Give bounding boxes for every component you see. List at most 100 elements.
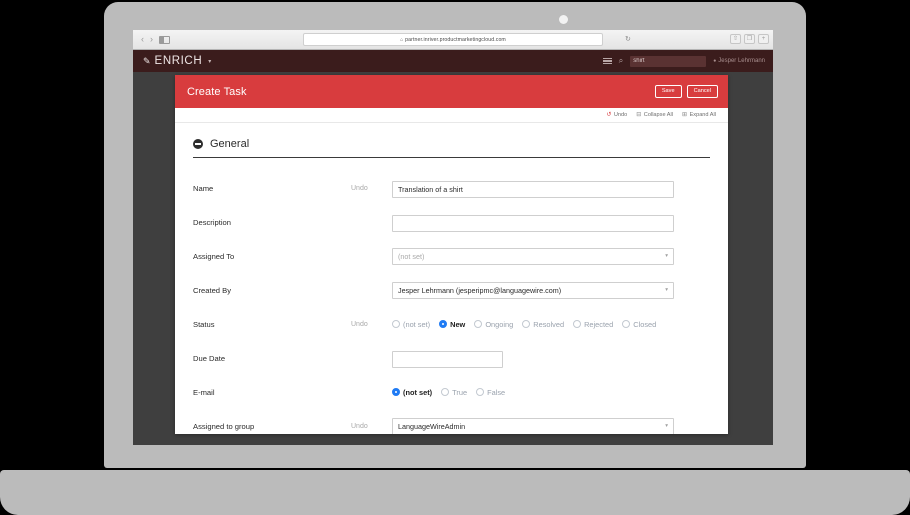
radio-mark-icon[interactable] (439, 320, 447, 328)
modal-action-buttons: Save Cancel (655, 85, 718, 98)
text-input[interactable] (392, 181, 674, 198)
radio-mark-icon[interactable] (522, 320, 530, 328)
form-row: Description (193, 205, 710, 239)
collapse-all-button[interactable]: ⊟ Collapse All (636, 112, 673, 118)
field-control: (not set) New Ongoing Resolved Rejected Close… (392, 320, 710, 329)
field-control (392, 349, 710, 368)
save-button[interactable]: Save (655, 85, 682, 98)
app-logo[interactable]: ✎ ENRICH ▾ (143, 55, 211, 67)
minus-circle-icon[interactable] (193, 139, 203, 149)
field-undo-link[interactable]: Undo (351, 321, 392, 328)
field-label: Status (193, 320, 351, 329)
field-label: Due Date (193, 354, 351, 363)
radio-option[interactable]: (not set) (392, 388, 432, 397)
user-menu[interactable]: ● Jesper Lehrmann (713, 58, 765, 64)
radio-group: (not set) New Ongoing Resolved Rejected Close… (392, 320, 710, 329)
radio-option[interactable]: True (441, 388, 467, 397)
share-icon[interactable]: ⇧ (730, 34, 741, 44)
radio-mark-icon[interactable] (392, 388, 400, 396)
hamburger-menu-icon[interactable] (603, 58, 612, 65)
undo-label: Undo (614, 112, 627, 118)
field-undo-link[interactable]: Undo (351, 423, 392, 430)
field-label: Created By (193, 286, 351, 295)
text-input[interactable] (392, 351, 503, 368)
section-header-general[interactable]: General (193, 133, 710, 158)
app-logo-text: ENRICH (155, 55, 203, 67)
field-label: Name (193, 184, 351, 193)
select-dropdown[interactable]: (not set)▾ (392, 248, 674, 265)
monitor-stand-base (0, 470, 910, 515)
radio-option[interactable]: Rejected (573, 320, 613, 329)
chevron-down-icon[interactable]: ▾ (208, 58, 211, 65)
field-control: Jesper Lehrmann (jesperipmc@languagewire… (392, 282, 710, 299)
user-avatar-icon: ● (713, 58, 716, 64)
field-control (392, 213, 710, 232)
undo-icon: ↺ (606, 112, 611, 118)
select-value: (not set) (398, 252, 424, 261)
radio-label: New (450, 320, 465, 329)
tabs-icon[interactable]: ❐ (744, 34, 755, 44)
radio-option[interactable]: False (476, 388, 505, 397)
select-value: Jesper Lehrmann (jesperipmc@languagewire… (398, 286, 561, 295)
camera-dot (559, 15, 568, 24)
browser-toolbar: ‹ › ⌂ partner.inriver.productmarketingcl… (133, 30, 773, 50)
address-url-text: partner.inriver.productmarketingcloud.co… (405, 37, 506, 43)
reload-icon[interactable]: ↻ (625, 35, 631, 43)
cancel-button[interactable]: Cancel (687, 85, 718, 98)
radio-mark-icon[interactable] (476, 388, 484, 396)
form-row: NameUndo (193, 171, 710, 205)
radio-option[interactable]: Closed (622, 320, 656, 329)
sidebar-toggle-icon[interactable] (159, 36, 170, 44)
field-label: Description (193, 218, 351, 227)
radio-mark-icon[interactable] (392, 320, 400, 328)
radio-label: Closed (633, 320, 656, 329)
radio-mark-icon[interactable] (573, 320, 581, 328)
text-input[interactable] (392, 215, 674, 232)
forward-icon[interactable]: › (147, 35, 156, 44)
modal-body: General NameUndoDescriptionAssigned To(n… (175, 123, 728, 434)
select-dropdown[interactable]: Jesper Lehrmann (jesperipmc@languagewire… (392, 282, 674, 299)
section-title: General (210, 138, 249, 150)
select-value: LanguageWireAdmin (398, 422, 465, 431)
field-undo-link[interactable]: Undo (351, 185, 392, 192)
chevron-down-icon: ▾ (665, 287, 668, 293)
collapse-all-label: Collapse All (644, 112, 673, 118)
form-row: StatusUndo(not set) New Ongoing Resolved Rej… (193, 307, 710, 341)
modal-titlebar: Create Task Save Cancel (175, 75, 728, 108)
form-row: E-mail (not set) True False (193, 375, 710, 409)
modal-title: Create Task (187, 86, 247, 98)
field-control: (not set) True False (392, 388, 710, 397)
radio-label: True (452, 388, 467, 397)
search-icon[interactable]: ⌕ (619, 56, 623, 66)
new-tab-icon[interactable]: + (758, 34, 769, 44)
radio-label: False (487, 388, 505, 397)
app-header: ✎ ENRICH ▾ ⌕ ● Jesper Lehrmann (133, 50, 773, 72)
form-row: Created By Jesper Lehrmann (jesperipmc@la… (193, 273, 710, 307)
search-input[interactable] (630, 56, 706, 67)
expand-all-label: Expand All (690, 112, 716, 118)
field-label: E-mail (193, 388, 351, 397)
radio-label: (not set) (403, 388, 432, 397)
expand-all-button[interactable]: ⊞ Expand All (682, 112, 716, 118)
form-field-list: NameUndoDescriptionAssigned To(not set)▾… (193, 171, 710, 434)
undo-button[interactable]: ↺ Undo (606, 112, 627, 118)
radio-mark-icon[interactable] (441, 388, 449, 396)
address-bar[interactable]: ⌂ partner.inriver.productmarketingcloud.… (303, 33, 603, 46)
chevron-down-icon: ▾ (665, 423, 668, 429)
radio-option[interactable]: (not set) (392, 320, 430, 329)
radio-option[interactable]: Resolved (522, 320, 564, 329)
radio-label: Rejected (584, 320, 613, 329)
back-icon[interactable]: ‹ (138, 35, 147, 44)
form-row: Assigned To(not set)▾ (193, 239, 710, 273)
radio-label: Ongoing (485, 320, 513, 329)
select-dropdown[interactable]: LanguageWireAdmin ▾ (392, 418, 674, 435)
collapse-all-icon: ⊟ (636, 112, 641, 118)
radio-group: (not set) True False (392, 388, 710, 397)
radio-option[interactable]: New (439, 320, 465, 329)
radio-option[interactable]: Ongoing (474, 320, 513, 329)
modal-toolbar: ↺ Undo ⊟ Collapse All ⊞ Expand All (175, 108, 728, 123)
browser-window: ‹ › ⌂ partner.inriver.productmarketingcl… (133, 30, 773, 445)
app-header-right: ⌕ ● Jesper Lehrmann (603, 50, 765, 72)
radio-mark-icon[interactable] (622, 320, 630, 328)
radio-mark-icon[interactable] (474, 320, 482, 328)
